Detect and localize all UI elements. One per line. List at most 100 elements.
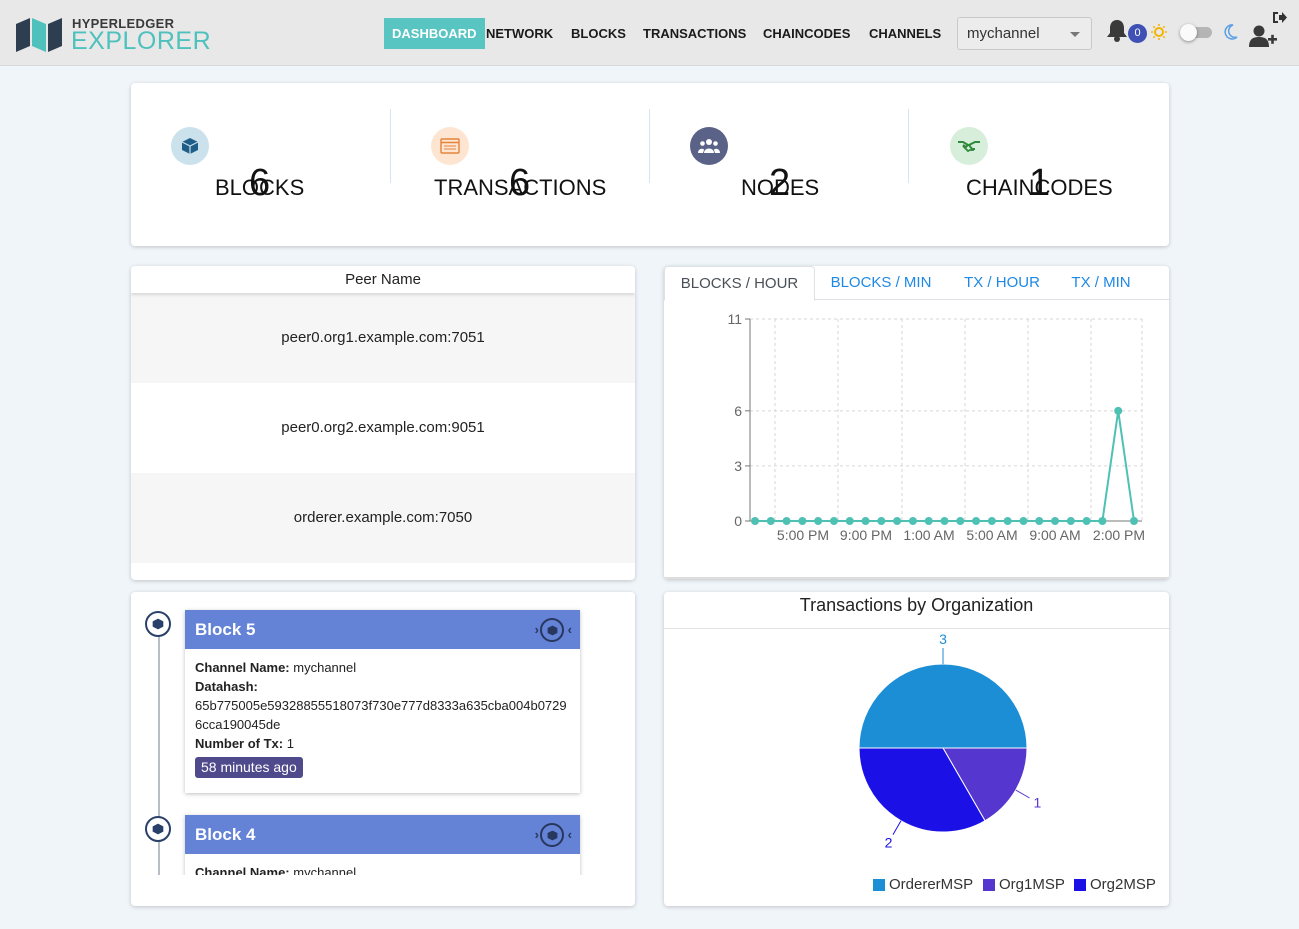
transactions-by-org-card: Transactions by Organization 312 Orderer… [664,592,1169,906]
data-point [1003,517,1012,525]
slice-value-label: 1 [1033,795,1041,811]
slice-value-label: 3 [939,631,947,647]
add-user-icon[interactable] [1249,25,1277,47]
stat-chaincodes: 1 CHAINCODES [908,83,1167,248]
metrics-chart-card: BLOCKS / HOUR BLOCKS / MIN TX / HOUR TX … [664,266,1169,579]
block-card-body: Channel Name: mychannel Datahash: 65b775… [185,649,580,793]
hyperledger-explorer-logo[interactable]: HYPERLEDGER EXPLORER [16,16,216,56]
slice-label-leader [892,820,902,835]
block-title: Block 4 [195,825,256,844]
nav-chaincodes[interactable]: CHAINCODES [763,18,850,49]
peer-row: peer0.org2.example.com:9051 [131,383,635,473]
channel-select[interactable]: mychannel [957,17,1092,50]
data-point [893,517,902,525]
chevron-left-icon: ‹ [567,622,572,637]
blocks-per-hour-line-chart: 0 3 6 11 5:00 PM 9:00 PM 1:00 AM 5:00 AM 9:00 AM… [727,311,1145,543]
data-point [1130,517,1138,525]
peer-name-column-header[interactable]: Peer Name [131,266,635,293]
channel-name-label: Channel Name: [195,865,290,875]
x-tick-label: 5:00 AM [966,527,1017,543]
cube-icon [145,816,171,842]
slice-label-leader [1015,789,1030,799]
tx-count-value: 1 [286,736,294,751]
stat-blocks-label: BLOCKS [215,175,305,200]
x-tick-label: 2:00 PM [1093,527,1145,543]
cube-icon [171,127,209,165]
data-point [861,517,870,525]
block-card-header: Block 5 › ‹ [185,610,580,649]
stat-chaincodes-label: CHAINCODES [966,175,1113,200]
legend-swatch [873,878,885,891]
cube-icon[interactable] [540,618,564,642]
cube-icon [145,611,171,637]
datahash-value: 65b775005e59328855518073f730e777d8333a63… [195,698,567,732]
legend-label: OrdererMSP [889,876,974,893]
data-point [766,517,775,525]
tab-tx-per-min[interactable]: TX / MIN [1060,266,1142,300]
legend-label: Org2MSP [1090,876,1156,893]
nav-blocks[interactable]: BLOCKS [571,18,626,49]
datahash-label: Datahash: [195,679,258,694]
tab-blocks-per-hour[interactable]: BLOCKS / HOUR [664,266,815,301]
timeline-scroll-area[interactable]: Block 5 › ‹ Channel Name: mychannel Data… [131,592,635,875]
nav-transactions[interactable]: TRANSACTIONS [643,18,746,49]
nav-network[interactable]: NETWORK [486,18,553,49]
logo-map-icon [16,18,62,52]
legend-item-orderermsp[interactable]: OrdererMSP [873,876,973,893]
users-icon [690,127,728,165]
tab-tx-per-hour[interactable]: TX / HOUR [952,266,1052,300]
cube-icon[interactable] [540,823,564,847]
block-card-5[interactable]: Block 5 › ‹ Channel Name: mychannel Data… [185,610,580,793]
stats-card: 6 BLOCKS 6 TRANSACTIONS 2 NODES 1 CHAINC… [131,83,1169,246]
legend-item-org2msp[interactable]: Org2MSP [1074,876,1156,893]
bell-icon[interactable] [1106,18,1128,42]
y-tick-label: 6 [734,403,742,419]
nav-dashboard[interactable]: DASHBOARD [384,18,485,49]
data-point [924,517,933,525]
tx-count-label: Number of Tx: [195,736,284,751]
list-icon [431,127,469,165]
logout-icon[interactable] [1272,11,1287,24]
stat-transactions: 6 TRANSACTIONS [390,83,649,248]
legend-swatch [983,878,995,891]
tab-blocks-per-min[interactable]: BLOCKS / MIN [821,266,941,300]
legend-swatch [1074,878,1086,891]
data-point [1066,517,1075,525]
chevron-right-icon: › [534,622,539,637]
pie-slice [858,663,1028,749]
data-point [1114,406,1123,415]
block-title: Block 5 [195,620,256,639]
stat-blocks: 6 BLOCKS [131,83,390,248]
x-tick-label: 9:00 AM [1029,527,1080,543]
nav-channels[interactable]: CHANNELS [869,18,941,49]
sun-icon[interactable] [1151,24,1167,40]
peer-row: peer0.org1.example.com:7051 [131,293,635,383]
chevron-down-icon [1070,32,1080,37]
legend-item-org1msp[interactable]: Org1MSP [983,876,1065,893]
block-card-4[interactable]: Block 4 › ‹ Channel Name: mychannel [185,815,580,875]
data-point [1098,517,1107,525]
data-point [782,517,791,525]
data-point [829,517,838,525]
block-timeline-card: Block 5 › ‹ Channel Name: mychannel Data… [131,592,635,906]
data-point [845,517,854,525]
y-tick-label: 11 [727,311,742,327]
chevron-right-icon: › [534,827,539,842]
x-tick-label: 1:00 AM [903,527,954,543]
stat-transactions-label: TRANSACTIONS [434,175,607,200]
legend-label: Org1MSP [999,876,1065,893]
theme-toggle[interactable] [1180,24,1213,41]
moon-icon[interactable] [1224,24,1238,40]
data-point [908,517,917,525]
notification-count-badge: 0 [1128,24,1147,43]
channel-select-value: mychannel [967,25,1040,42]
data-point [877,517,886,525]
data-point [1082,517,1091,525]
data-point [1019,517,1028,525]
peer-table-card: Peer Name peer0.org1.example.com:7051 pe… [131,266,635,580]
data-point [972,517,981,525]
data-point [940,517,949,525]
top-navbar: HYPERLEDGER EXPLORER DASHBOARD NETWORK B… [0,0,1299,66]
handshake-icon [950,127,988,165]
block-age-badge: 58 minutes ago [195,757,303,778]
